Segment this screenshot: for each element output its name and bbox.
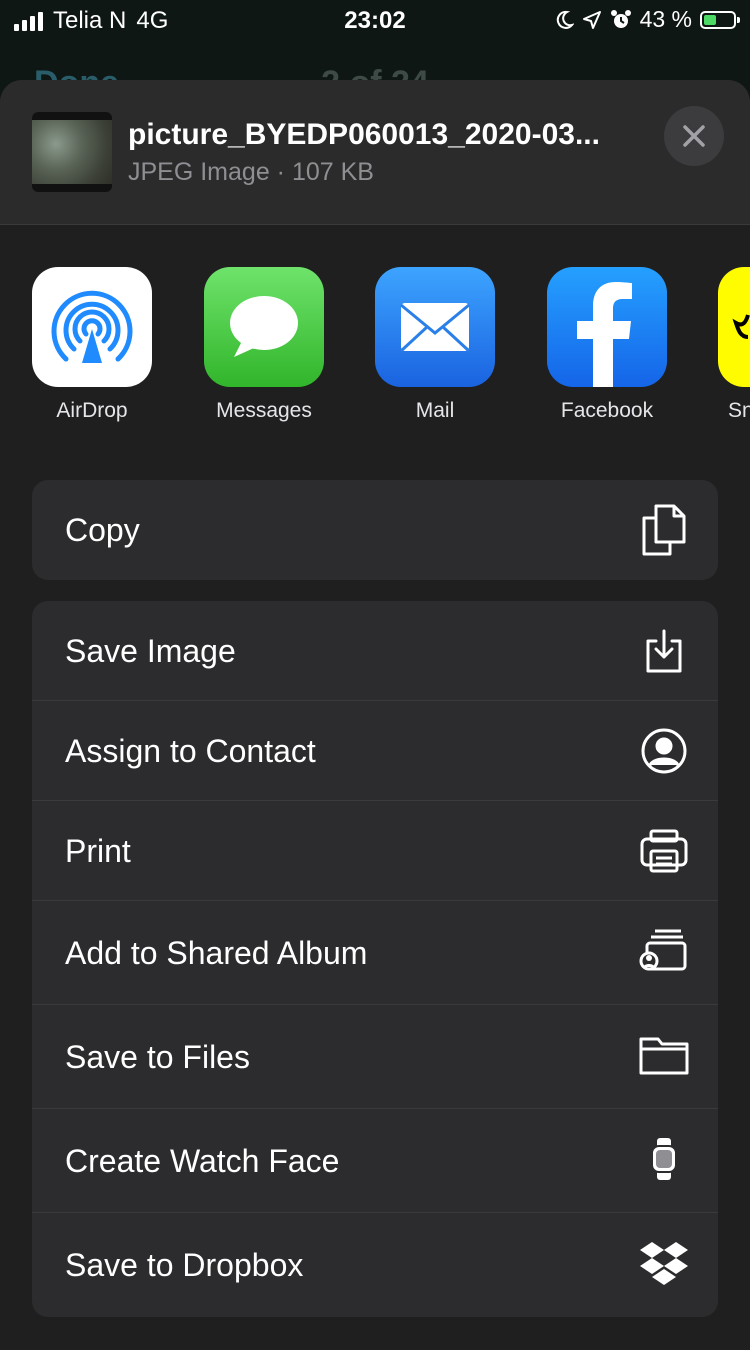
save-image-icon — [638, 625, 690, 677]
close-icon — [683, 125, 705, 147]
actions-group: Save Image Assign to Contact Print Add t… — [32, 601, 718, 1317]
contact-icon — [638, 725, 690, 777]
action-assign-contact[interactable]: Assign to Contact — [32, 701, 718, 801]
app-label: Mail — [415, 399, 455, 422]
location-icon — [582, 10, 601, 29]
facebook-icon — [547, 267, 667, 387]
watch-icon — [638, 1133, 690, 1185]
mail-icon — [375, 267, 495, 387]
snapchat-icon — [718, 267, 750, 387]
app-snapchat[interactable]: Sn — [718, 267, 750, 423]
copy-group: Copy — [32, 480, 718, 580]
app-label: AirDrop — [56, 399, 128, 422]
battery-icon — [700, 10, 740, 29]
close-button[interactable] — [664, 106, 724, 166]
action-label: Print — [65, 833, 131, 869]
action-copy[interactable]: Copy — [32, 480, 718, 580]
shared-album-icon — [638, 925, 690, 977]
action-label: Assign to Contact — [65, 733, 316, 769]
messages-icon — [204, 267, 324, 387]
alarm-icon — [610, 9, 631, 28]
file-name: picture_BYEDP060013_2020-03... — [128, 118, 600, 151]
share-sheet: picture_BYEDP060013_2020-03... JPEG Imag… — [0, 80, 750, 1350]
print-icon — [638, 825, 690, 877]
status-right: 43 % — [554, 6, 740, 33]
folder-icon — [638, 1029, 690, 1081]
action-label: Add to Shared Album — [65, 935, 368, 971]
image-thumbnail — [32, 112, 112, 192]
action-shared-album[interactable]: Add to Shared Album — [32, 901, 718, 1005]
app-label: Sn — [728, 399, 750, 422]
moon-icon — [556, 10, 574, 29]
battery-percent: 43 % — [639, 6, 692, 32]
action-label: Create Watch Face — [65, 1143, 340, 1179]
app-facebook[interactable]: Facebook — [547, 267, 667, 423]
app-label: Messages — [216, 399, 312, 422]
share-apps-row: AirDrop Messages Mail Facebook Sn — [32, 267, 750, 427]
dropbox-icon — [638, 1237, 690, 1289]
app-mail[interactable]: Mail — [375, 267, 495, 423]
app-label: Facebook — [560, 399, 654, 422]
share-header: picture_BYEDP060013_2020-03... JPEG Imag… — [0, 80, 750, 225]
file-info: JPEG Image · 107 KB — [128, 158, 374, 186]
action-save-files[interactable]: Save to Files — [32, 1005, 718, 1109]
action-print[interactable]: Print — [32, 801, 718, 901]
app-messages[interactable]: Messages — [204, 267, 324, 423]
action-watch-face[interactable]: Create Watch Face — [32, 1109, 718, 1213]
action-label: Copy — [65, 512, 140, 548]
status-bar: Telia N 4G 23:02 43 % — [0, 0, 750, 40]
action-label: Save to Files — [65, 1039, 250, 1075]
copy-icon — [638, 504, 690, 556]
action-label: Save Image — [65, 633, 236, 669]
action-save-dropbox[interactable]: Save to Dropbox — [32, 1213, 718, 1317]
airdrop-icon — [32, 267, 152, 387]
action-save-image[interactable]: Save Image — [32, 601, 718, 701]
action-label: Save to Dropbox — [65, 1247, 304, 1283]
app-airdrop[interactable]: AirDrop — [32, 267, 152, 423]
